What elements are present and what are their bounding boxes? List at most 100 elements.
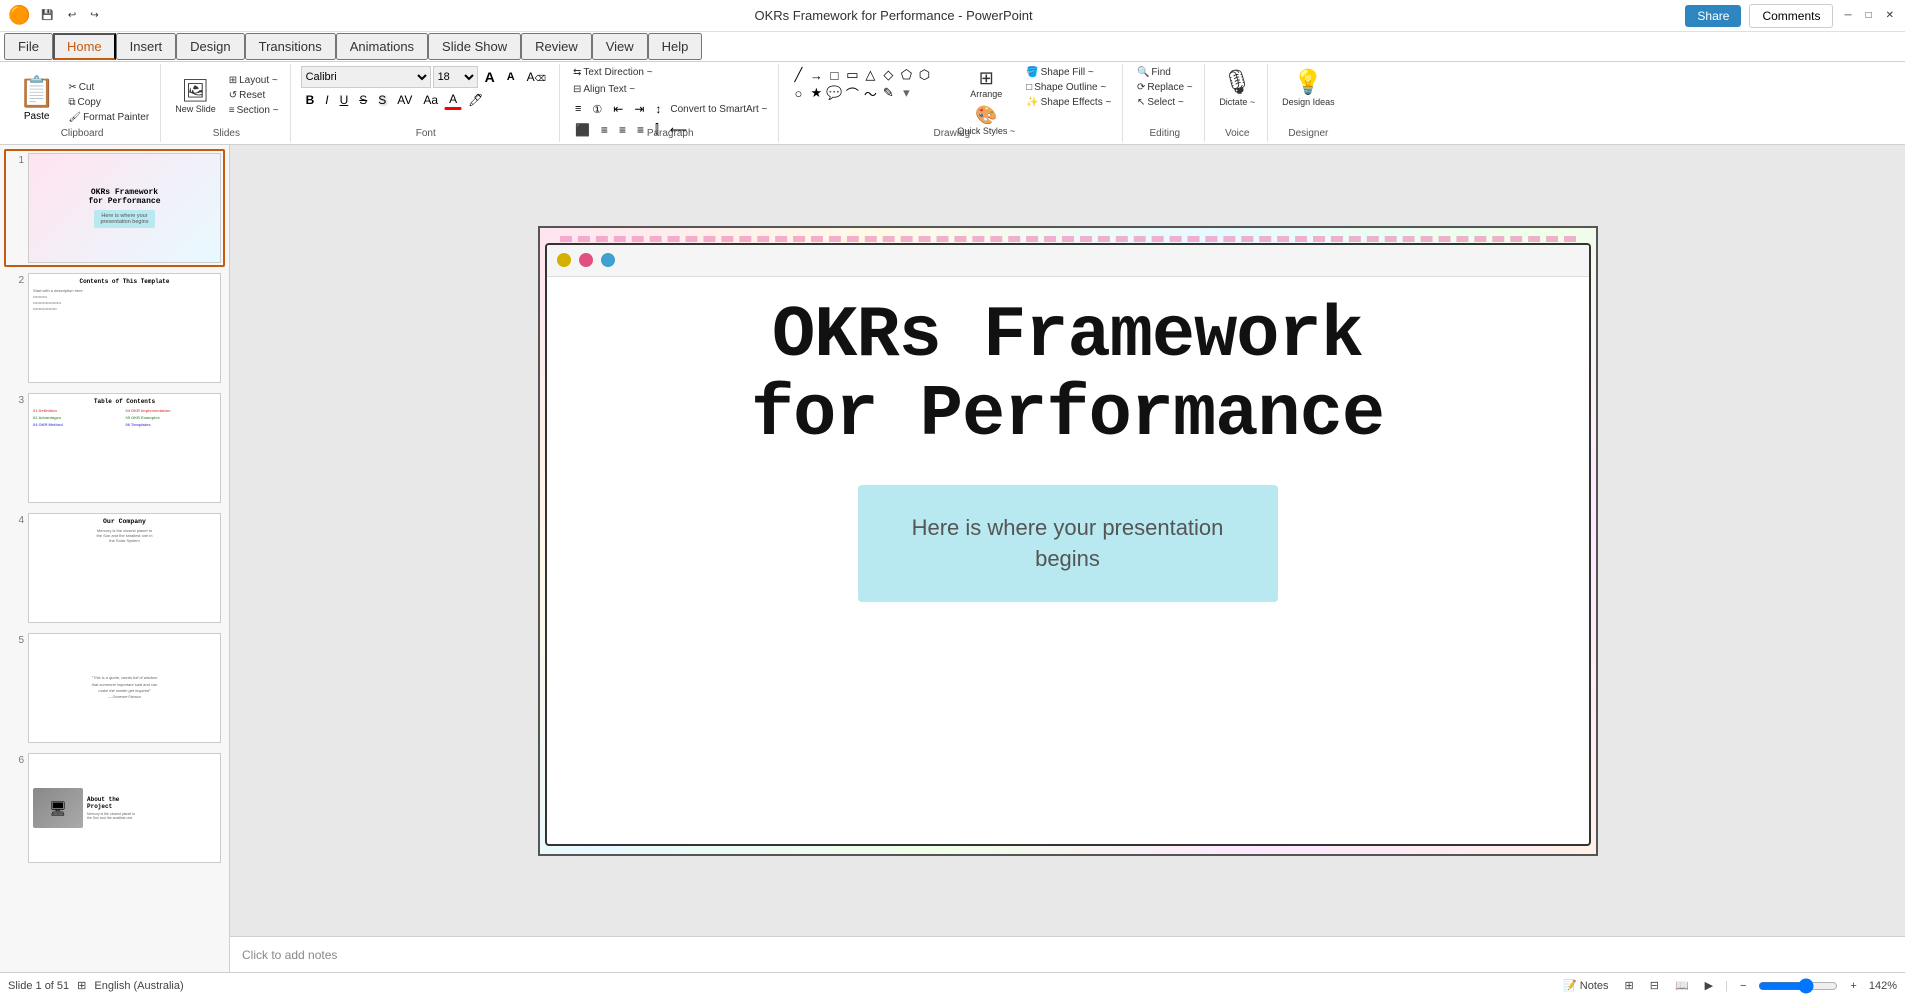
reading-view-button[interactable]: 📖	[1671, 979, 1693, 992]
shape-effects-button[interactable]: ✨ Shape Effects ~	[1023, 96, 1114, 109]
undo-button[interactable]: ↩	[65, 9, 79, 22]
shape-triangle[interactable]: △	[861, 66, 879, 84]
layout-button[interactable]: ⊞ Layout ~	[226, 74, 282, 87]
close-button[interactable]: ✕	[1883, 9, 1897, 22]
case-button[interactable]: Aa	[418, 91, 443, 109]
slideshow-button[interactable]: ▶	[1701, 979, 1717, 992]
normal-view-icon: ⊞	[77, 979, 86, 992]
shape-outline-button[interactable]: □ Shape Outline ~	[1023, 81, 1114, 94]
notes-bar[interactable]: Click to add notes	[230, 936, 1905, 972]
shape-hexagon[interactable]: ⬡	[915, 66, 933, 84]
shape-arrow[interactable]: →	[807, 66, 825, 84]
share-button[interactable]: Share	[1685, 5, 1741, 27]
comments-button[interactable]: Comments	[1749, 4, 1833, 28]
find-button[interactable]: 🔍 Find	[1134, 66, 1196, 79]
slide-num-6: 6	[8, 753, 24, 766]
shrink-font-button[interactable]: A	[502, 69, 520, 85]
replace-button[interactable]: ⟳ Replace ~	[1134, 81, 1196, 94]
tab-transitions[interactable]: Transitions	[245, 33, 336, 60]
tab-view[interactable]: View	[592, 33, 648, 60]
shape-curve[interactable]: ⌒	[843, 84, 861, 102]
slide-sorter-button[interactable]: ⊟	[1646, 979, 1663, 992]
slide-main-title[interactable]: OKRs Framework for Performance	[751, 297, 1384, 455]
slide-thumb-4[interactable]: 4 Our Company Mercury is the closest pla…	[4, 509, 225, 627]
tab-slide-show[interactable]: Slide Show	[428, 33, 521, 60]
slide-subtitle-box[interactable]: Here is where your presentation begins	[858, 485, 1278, 603]
increase-indent-button[interactable]: ⇥	[629, 100, 649, 118]
font-name-select[interactable]: Calibri	[301, 66, 431, 88]
shape-freeform[interactable]: 〜	[861, 84, 879, 102]
shape-callout[interactable]: 💬	[825, 84, 843, 102]
bullets-button[interactable]: ≡	[570, 100, 586, 118]
new-slide-icon: 🖼	[182, 78, 210, 104]
zoom-out-button[interactable]: −	[1736, 980, 1750, 992]
shape-scribble[interactable]: ✎	[879, 84, 897, 102]
maximize-button[interactable]: □	[1863, 9, 1875, 22]
shape-oval[interactable]: ○	[789, 84, 807, 102]
shape-rounded-rect[interactable]: ▭	[843, 66, 861, 84]
italic-button[interactable]: I	[320, 91, 333, 109]
notes-button[interactable]: 📝 Notes	[1559, 979, 1613, 992]
highlight-button[interactable]: 🖊	[463, 91, 488, 109]
copy-button[interactable]: ⧉ Copy	[65, 96, 152, 109]
slide-thumb-6[interactable]: 6 🖥 About theProject Mercury is the clos…	[4, 749, 225, 867]
zoom-slider[interactable]	[1758, 978, 1838, 994]
reset-button[interactable]: ↺ Reset	[226, 89, 282, 102]
bold-button[interactable]: B	[301, 91, 320, 109]
line-spacing-button[interactable]: ↕	[650, 100, 666, 118]
layout-icon: ⊞	[229, 75, 237, 86]
tab-animations[interactable]: Animations	[336, 33, 428, 60]
status-right: 📝 Notes ⊞ ⊟ 📖 ▶ | − + 142%	[1559, 978, 1897, 994]
tab-home[interactable]: Home	[53, 33, 116, 60]
paste-button[interactable]: 📋 Paste	[12, 71, 61, 126]
slide-info: Slide 1 of 51	[8, 980, 69, 992]
shadow-button[interactable]: S	[373, 91, 391, 109]
zoom-in-button[interactable]: +	[1846, 980, 1860, 992]
dictate-button[interactable]: 🎙 Dictate ~	[1215, 66, 1259, 109]
slide-num-1: 1	[8, 153, 24, 166]
cut-button[interactable]: ✂ Cut	[65, 81, 152, 94]
slide-thumb-5[interactable]: 5 "This is a quote, words full of wisdom…	[4, 629, 225, 747]
minimize-button[interactable]: ─	[1841, 9, 1854, 22]
group-slides: 🖼 New Slide ⊞ Layout ~ ↺ Reset ≡	[163, 64, 290, 142]
section-button[interactable]: ≡ Section ~	[226, 104, 282, 117]
slide-thumb-3[interactable]: 3 Table of Contents 01 Definition 04 OKR…	[4, 389, 225, 507]
shape-pentagon[interactable]: ⬠	[897, 66, 915, 84]
font-size-select[interactable]: 18	[433, 66, 478, 88]
tab-insert[interactable]: Insert	[116, 33, 177, 60]
design-ideas-button[interactable]: 💡 Design Ideas	[1278, 66, 1339, 109]
shape-line[interactable]: ╱	[789, 66, 807, 84]
slide-thumb-1[interactable]: 1 OKRs Frameworkfor Performance Here is …	[4, 149, 225, 267]
underline-button[interactable]: U	[335, 91, 354, 109]
strikethrough-button[interactable]: S	[354, 91, 372, 109]
convert-smartart-button[interactable]: Convert to SmartArt ~	[667, 100, 770, 118]
grow-font-button[interactable]: A	[480, 67, 500, 87]
shape-fill-button[interactable]: 🪣 Shape Fill ~	[1023, 66, 1114, 79]
clear-format-button[interactable]: A⌫	[522, 68, 551, 86]
tab-design[interactable]: Design	[176, 33, 244, 60]
tab-review[interactable]: Review	[521, 33, 592, 60]
window-title: OKRs Framework for Performance - PowerPo…	[110, 8, 1678, 23]
shape-diamond[interactable]: ◇	[879, 66, 897, 84]
select-button[interactable]: ↖ Select ~	[1134, 96, 1196, 109]
font-color-button[interactable]: A	[444, 90, 462, 110]
shapes-more[interactable]: ▾	[897, 84, 915, 102]
save-button[interactable]: 💾	[38, 9, 56, 22]
numbering-button[interactable]: ①	[587, 100, 607, 118]
new-slide-button[interactable]: 🖼 New Slide	[171, 76, 220, 116]
slide-canvas[interactable]: OKRs Framework for Performance Here is w…	[538, 226, 1598, 856]
tab-help[interactable]: Help	[648, 33, 703, 60]
tab-file[interactable]: File	[4, 33, 53, 60]
align-text-button[interactable]: ⊟ Align Text ~	[570, 83, 638, 96]
slide-thumb-2[interactable]: 2 Contents of This Template Start with a…	[4, 269, 225, 387]
normal-view-button[interactable]: ⊞	[1621, 979, 1638, 992]
shape-rect[interactable]: □	[825, 66, 843, 84]
format-painter-button[interactable]: 🖌 Format Painter	[65, 111, 152, 124]
redo-button[interactable]: ↪	[87, 9, 101, 22]
text-direction-button[interactable]: ⇆ Text Direction ~	[570, 66, 656, 79]
decrease-indent-button[interactable]: ⇤	[608, 100, 628, 118]
arrange-button[interactable]: ⊞ Arrange	[953, 66, 1019, 101]
char-spacing-button[interactable]: AV	[392, 91, 417, 109]
shape-star[interactable]: ★	[807, 84, 825, 102]
find-icon: 🔍	[1137, 67, 1149, 78]
